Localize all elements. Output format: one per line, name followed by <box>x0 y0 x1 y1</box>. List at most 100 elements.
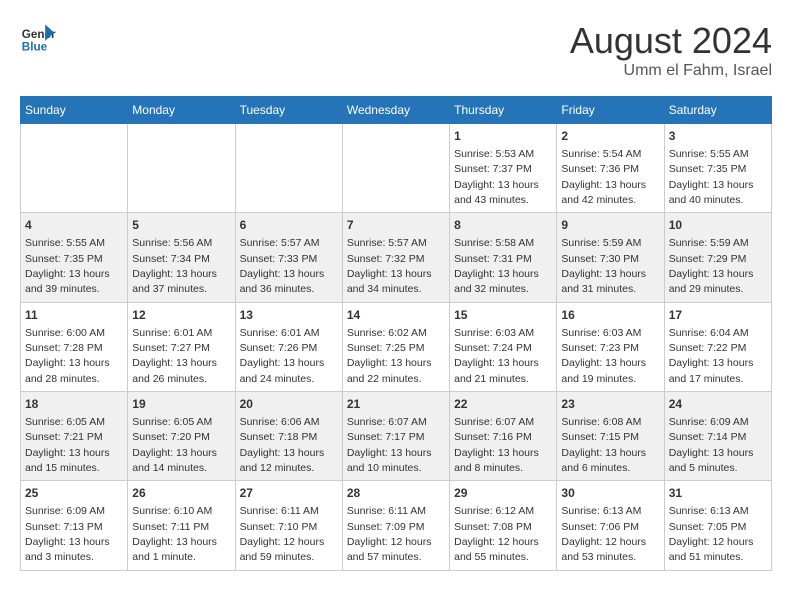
day-number: 19 <box>132 396 230 413</box>
day-number: 24 <box>669 396 767 413</box>
day-number: 23 <box>561 396 659 413</box>
day-info: Sunrise: 6:01 AM Sunset: 7:26 PM Dayligh… <box>240 327 325 385</box>
calendar-cell: 29 Sunrise: 6:12 AM Sunset: 7:08 PM Dayli… <box>450 481 557 570</box>
calendar-cell: 13 Sunrise: 6:01 AM Sunset: 7:26 PM Dayli… <box>235 302 342 391</box>
day-number: 27 <box>240 485 338 502</box>
week-row-4: 18 Sunrise: 6:05 AM Sunset: 7:21 PM Dayli… <box>21 392 772 481</box>
day-info: Sunrise: 6:10 AM Sunset: 7:11 PM Dayligh… <box>132 505 217 563</box>
day-number: 2 <box>561 128 659 145</box>
calendar-cell: 1 Sunrise: 5:53 AM Sunset: 7:37 PM Daylig… <box>450 124 557 213</box>
day-number: 16 <box>561 307 659 324</box>
day-info: Sunrise: 5:58 AM Sunset: 7:31 PM Dayligh… <box>454 237 539 295</box>
day-info: Sunrise: 5:54 AM Sunset: 7:36 PM Dayligh… <box>561 148 646 206</box>
day-number: 11 <box>25 307 123 324</box>
page-header: General Blue August 2024 Umm el Fahm, Is… <box>20 20 772 80</box>
day-info: Sunrise: 6:06 AM Sunset: 7:18 PM Dayligh… <box>240 416 325 474</box>
day-info: Sunrise: 5:53 AM Sunset: 7:37 PM Dayligh… <box>454 148 539 206</box>
day-info: Sunrise: 6:00 AM Sunset: 7:28 PM Dayligh… <box>25 327 110 385</box>
day-number: 18 <box>25 396 123 413</box>
calendar-table: SundayMondayTuesdayWednesdayThursdayFrid… <box>20 96 772 571</box>
week-row-5: 25 Sunrise: 6:09 AM Sunset: 7:13 PM Dayli… <box>21 481 772 570</box>
day-info: Sunrise: 5:59 AM Sunset: 7:30 PM Dayligh… <box>561 237 646 295</box>
calendar-cell: 25 Sunrise: 6:09 AM Sunset: 7:13 PM Dayli… <box>21 481 128 570</box>
day-number: 31 <box>669 485 767 502</box>
calendar-cell: 3 Sunrise: 5:55 AM Sunset: 7:35 PM Daylig… <box>664 124 771 213</box>
day-info: Sunrise: 6:12 AM Sunset: 7:08 PM Dayligh… <box>454 505 539 563</box>
day-info: Sunrise: 5:59 AM Sunset: 7:29 PM Dayligh… <box>669 237 754 295</box>
day-number: 5 <box>132 217 230 234</box>
weekday-header-row: SundayMondayTuesdayWednesdayThursdayFrid… <box>21 97 772 124</box>
day-number: 22 <box>454 396 552 413</box>
calendar-cell <box>235 124 342 213</box>
day-number: 4 <box>25 217 123 234</box>
day-info: Sunrise: 6:05 AM Sunset: 7:20 PM Dayligh… <box>132 416 217 474</box>
calendar-cell: 16Sunrise: 6:03 AM Sunset: 7:23 PM Dayli… <box>557 302 664 391</box>
day-number: 9 <box>561 217 659 234</box>
day-number: 7 <box>347 217 445 234</box>
calendar-cell: 5Sunrise: 5:56 AM Sunset: 7:34 PM Daylig… <box>128 213 235 302</box>
calendar-cell: 17 Sunrise: 6:04 AM Sunset: 7:22 PM Dayli… <box>664 302 771 391</box>
week-row-2: 4 Sunrise: 5:55 AM Sunset: 7:35 PM Daylig… <box>21 213 772 302</box>
weekday-header-saturday: Saturday <box>664 97 771 124</box>
day-number: 1 <box>454 128 552 145</box>
day-info: Sunrise: 6:09 AM Sunset: 7:13 PM Dayligh… <box>25 505 110 563</box>
day-info: Sunrise: 5:55 AM Sunset: 7:35 PM Dayligh… <box>669 148 754 206</box>
calendar-cell: 28 Sunrise: 6:11 AM Sunset: 7:09 PM Dayli… <box>342 481 449 570</box>
day-number: 8 <box>454 217 552 234</box>
day-number: 13 <box>240 307 338 324</box>
day-info: Sunrise: 5:55 AM Sunset: 7:35 PM Dayligh… <box>25 237 110 295</box>
day-info: Sunrise: 6:02 AM Sunset: 7:25 PM Dayligh… <box>347 327 432 385</box>
week-row-3: 11 Sunrise: 6:00 AM Sunset: 7:28 PM Dayli… <box>21 302 772 391</box>
day-info: Sunrise: 5:57 AM Sunset: 7:33 PM Dayligh… <box>240 237 325 295</box>
calendar-cell: 12Sunrise: 6:01 AM Sunset: 7:27 PM Dayli… <box>128 302 235 391</box>
calendar-cell: 15Sunrise: 6:03 AM Sunset: 7:24 PM Dayli… <box>450 302 557 391</box>
day-info: Sunrise: 6:01 AM Sunset: 7:27 PM Dayligh… <box>132 327 217 385</box>
calendar-cell: 22 Sunrise: 6:07 AM Sunset: 7:16 PM Dayli… <box>450 392 557 481</box>
day-info: Sunrise: 6:13 AM Sunset: 7:05 PM Dayligh… <box>669 505 754 563</box>
day-number: 30 <box>561 485 659 502</box>
day-info: Sunrise: 6:04 AM Sunset: 7:22 PM Dayligh… <box>669 327 754 385</box>
logo: General Blue <box>20 20 56 56</box>
day-number: 3 <box>669 128 767 145</box>
calendar-cell <box>21 124 128 213</box>
calendar-title: August 2024 <box>570 20 772 62</box>
day-number: 17 <box>669 307 767 324</box>
calendar-cell: 21Sunrise: 6:07 AM Sunset: 7:17 PM Dayli… <box>342 392 449 481</box>
calendar-cell: 7 Sunrise: 5:57 AM Sunset: 7:32 PM Daylig… <box>342 213 449 302</box>
calendar-cell: 19 Sunrise: 6:05 AM Sunset: 7:20 PM Dayli… <box>128 392 235 481</box>
svg-text:Blue: Blue <box>22 41 48 54</box>
weekday-header-wednesday: Wednesday <box>342 97 449 124</box>
day-number: 28 <box>347 485 445 502</box>
day-number: 21 <box>347 396 445 413</box>
calendar-subtitle: Umm el Fahm, Israel <box>570 62 772 80</box>
calendar-cell: 31 Sunrise: 6:13 AM Sunset: 7:05 PM Dayli… <box>664 481 771 570</box>
calendar-cell: 11 Sunrise: 6:00 AM Sunset: 7:28 PM Dayli… <box>21 302 128 391</box>
day-number: 29 <box>454 485 552 502</box>
calendar-cell: 8 Sunrise: 5:58 AM Sunset: 7:31 PM Daylig… <box>450 213 557 302</box>
day-info: Sunrise: 6:05 AM Sunset: 7:21 PM Dayligh… <box>25 416 110 474</box>
calendar-cell: 2 Sunrise: 5:54 AM Sunset: 7:36 PM Daylig… <box>557 124 664 213</box>
day-info: Sunrise: 6:07 AM Sunset: 7:16 PM Dayligh… <box>454 416 539 474</box>
calendar-cell: 4 Sunrise: 5:55 AM Sunset: 7:35 PM Daylig… <box>21 213 128 302</box>
calendar-cell: 9 Sunrise: 5:59 AM Sunset: 7:30 PM Daylig… <box>557 213 664 302</box>
weekday-header-tuesday: Tuesday <box>235 97 342 124</box>
calendar-cell: 14 Sunrise: 6:02 AM Sunset: 7:25 PM Dayli… <box>342 302 449 391</box>
day-number: 6 <box>240 217 338 234</box>
logo-icon: General Blue <box>20 20 56 56</box>
day-number: 14 <box>347 307 445 324</box>
day-info: Sunrise: 6:11 AM Sunset: 7:10 PM Dayligh… <box>240 505 325 563</box>
calendar-cell: 30 Sunrise: 6:13 AM Sunset: 7:06 PM Dayli… <box>557 481 664 570</box>
calendar-cell: 24Sunrise: 6:09 AM Sunset: 7:14 PM Dayli… <box>664 392 771 481</box>
day-info: Sunrise: 6:13 AM Sunset: 7:06 PM Dayligh… <box>561 505 646 563</box>
day-number: 10 <box>669 217 767 234</box>
day-info: Sunrise: 6:08 AM Sunset: 7:15 PM Dayligh… <box>561 416 646 474</box>
calendar-cell: 10 Sunrise: 5:59 AM Sunset: 7:29 PM Dayli… <box>664 213 771 302</box>
weekday-header-monday: Monday <box>128 97 235 124</box>
calendar-cell: 18 Sunrise: 6:05 AM Sunset: 7:21 PM Dayli… <box>21 392 128 481</box>
day-info: Sunrise: 6:11 AM Sunset: 7:09 PM Dayligh… <box>347 505 432 563</box>
week-row-1: 1 Sunrise: 5:53 AM Sunset: 7:37 PM Daylig… <box>21 124 772 213</box>
weekday-header-sunday: Sunday <box>21 97 128 124</box>
calendar-cell: 26Sunrise: 6:10 AM Sunset: 7:11 PM Dayli… <box>128 481 235 570</box>
day-number: 25 <box>25 485 123 502</box>
day-info: Sunrise: 5:57 AM Sunset: 7:32 PM Dayligh… <box>347 237 432 295</box>
